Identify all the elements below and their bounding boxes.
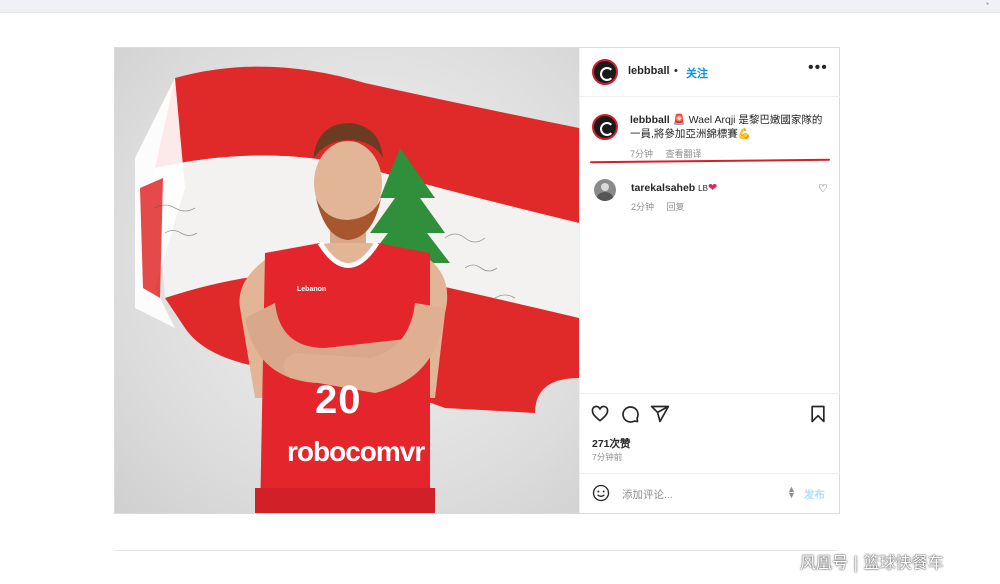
- author-username[interactable]: lebbball: [628, 65, 670, 77]
- emoji-icon[interactable]: [592, 484, 610, 502]
- jersey-sponsor: robocomvr: [287, 436, 425, 467]
- caption-meta: 7分钟 查看翻译: [630, 147, 712, 160]
- resize-arrows-icon[interactable]: ▲ ▼: [787, 485, 796, 500]
- comment-composer: 添加评论... ▲ ▼ 发布: [580, 473, 840, 514]
- caption-text: lebbball 🚨 Wael Arqji 是黎巴嫩國家隊的一員,將參加亞洲錦標…: [630, 113, 830, 141]
- caption-avatar[interactable]: [592, 114, 618, 140]
- browser-top-bar: ◔: [0, 0, 1000, 13]
- comment-like-heart-icon[interactable]: ♡: [818, 182, 828, 195]
- action-bar: 271次赞 7分钟前: [580, 393, 840, 474]
- comment-avatar[interactable]: [594, 179, 616, 201]
- red-heart-emoji: ❤: [707, 182, 718, 194]
- post-timestamp: 7分钟前: [592, 452, 623, 462]
- post-header: lebbball • 关注 •••: [580, 48, 840, 97]
- comment-username[interactable]: tarekalsaheb: [631, 182, 695, 194]
- siren-emoji: 🚨: [672, 114, 686, 126]
- watermark: 风凰号 | 篮球快餐车: [800, 553, 944, 572]
- comment-text: tarekalsaheb LB❤: [631, 181, 717, 194]
- save-bookmark-icon[interactable]: [808, 404, 828, 424]
- reply-button[interactable]: 回复: [667, 202, 685, 212]
- caption-time: 7分钟: [630, 149, 654, 159]
- comment-meta: 2分钟 回复: [631, 200, 695, 213]
- post-photo[interactable]: Lebanon 20 robocomvr: [115, 48, 579, 513]
- comment-input[interactable]: 添加评论...: [622, 487, 673, 502]
- comment-bubble-icon[interactable]: [620, 404, 640, 424]
- jersey-team-text: Lebanon: [297, 286, 327, 293]
- see-translation-link[interactable]: 查看翻译: [666, 149, 702, 159]
- separator-dot: •: [674, 65, 678, 77]
- comment-time: 2分钟: [631, 202, 655, 212]
- instagram-post: Lebanon 20 robocomvr lebbball • 关注 ••• l…: [114, 47, 840, 514]
- caption-username[interactable]: lebbball: [630, 114, 670, 126]
- share-send-icon[interactable]: [650, 404, 670, 424]
- follow-button[interactable]: 关注: [686, 65, 708, 81]
- jersey-number: 20: [315, 378, 362, 422]
- avatar[interactable]: [592, 59, 618, 85]
- likes-count[interactable]: 271次赞: [592, 436, 631, 451]
- like-heart-icon[interactable]: [590, 404, 610, 424]
- user-icon[interactable]: ◔: [984, 0, 994, 9]
- divider: [114, 550, 838, 551]
- publish-button[interactable]: 发布: [804, 487, 825, 502]
- more-horizontal-icon[interactable]: •••: [808, 59, 828, 77]
- post-side-panel: lebbball • 关注 ••• lebbball 🚨 Wael Arqji …: [579, 48, 840, 513]
- comment-body: LB: [698, 184, 708, 193]
- red-underline-annotation: [589, 158, 831, 164]
